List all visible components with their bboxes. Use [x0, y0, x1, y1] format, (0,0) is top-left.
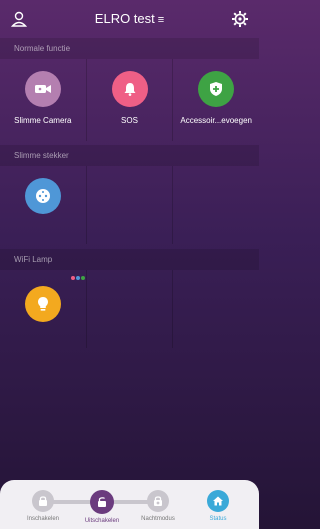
menu-icon[interactable]: ≡ — [158, 14, 164, 26]
home-icon — [207, 490, 229, 512]
nav-uitschakelen[interactable]: Uitschakelen — [77, 490, 127, 524]
tile-accessoire-toevoegen[interactable]: Accessoir...evoegen — [173, 59, 259, 141]
plug-socket-icon — [24, 178, 61, 214]
gear-icon[interactable] — [231, 10, 249, 28]
tile-wifi-lamp-1[interactable] — [0, 270, 87, 348]
color-dots — [71, 276, 85, 280]
tile-empty — [173, 166, 259, 244]
tile-empty — [87, 166, 174, 244]
tile-slimme-camera[interactable]: Slimme Camera — [0, 59, 87, 141]
nav-label: Status — [209, 516, 227, 522]
shield-plus-icon — [198, 71, 235, 107]
tile-sos[interactable]: SOS — [87, 59, 174, 141]
nav-label: Nachtmodus — [141, 516, 175, 522]
tile-label: SOS — [121, 116, 138, 125]
color-dot — [76, 276, 80, 280]
slimme-stekker-grid — [0, 166, 259, 244]
bell-icon — [111, 71, 148, 107]
tile-label: Slimme Camera — [14, 116, 72, 125]
header-title-text: ELRO test — [94, 11, 155, 26]
color-dot — [71, 276, 75, 280]
night-lock-icon — [147, 490, 169, 512]
camera-icon — [24, 71, 61, 107]
nav-nachtmodus[interactable]: Nachtmodus — [133, 490, 183, 522]
nav-status[interactable]: Status — [193, 490, 243, 522]
section-header-normale-functie: Normale functie — [0, 38, 259, 59]
bottom-nav-bar: Inschakelen Uitschakelen Nachtmodus Stat… — [0, 480, 259, 529]
lock-icon — [32, 490, 54, 512]
normale-functie-grid: Slimme Camera SOS Accessoir...evoegen — [0, 59, 259, 141]
nav-label: Uitschakelen — [84, 518, 120, 524]
nav-label: Inschakelen — [26, 516, 60, 522]
section-header-wifi-lamp: WiFi Lamp — [0, 249, 259, 270]
top-bar: ELRO test ≡ — [0, 0, 259, 38]
tile-empty — [173, 270, 259, 348]
unlock-icon — [90, 490, 114, 514]
color-dot — [81, 276, 85, 280]
nav-inschakelen[interactable]: Inschakelen — [18, 490, 68, 522]
tile-empty — [87, 270, 174, 348]
section-header-slimme-stekker: Slimme stekker — [0, 145, 259, 166]
lamp-icon — [24, 286, 61, 322]
tile-slimme-stekker-1[interactable] — [0, 166, 87, 244]
header-title[interactable]: ELRO test ≡ — [0, 11, 259, 26]
tile-label: Accessoir...evoegen — [180, 116, 252, 125]
wifi-lamp-grid — [0, 270, 259, 348]
